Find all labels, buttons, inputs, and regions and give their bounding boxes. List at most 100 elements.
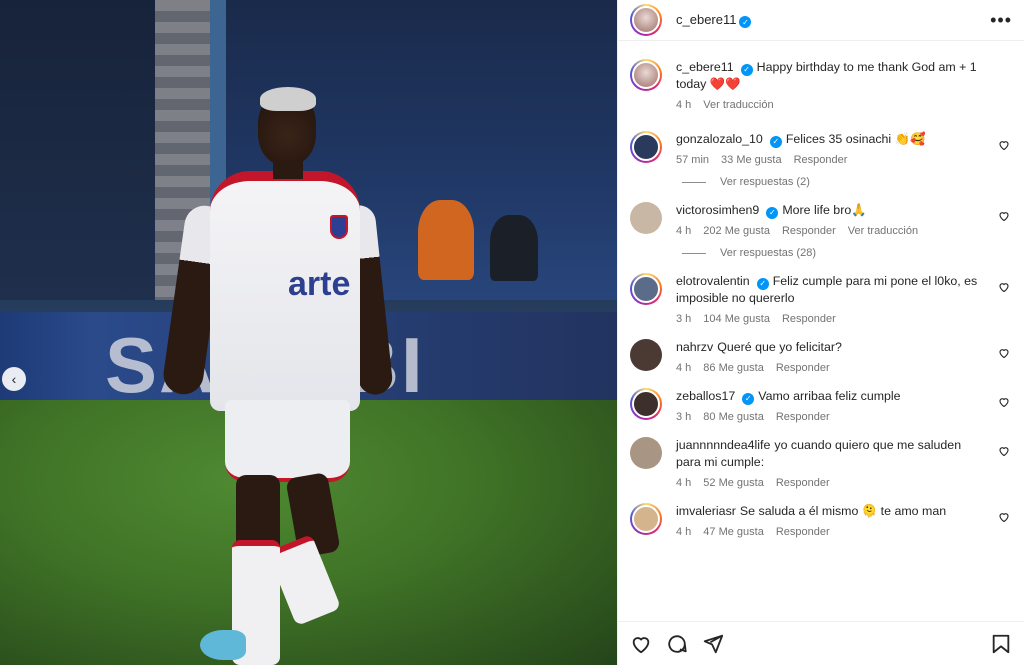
comment-likes[interactable]: 86 Me gusta bbox=[703, 362, 764, 374]
avatar[interactable] bbox=[630, 273, 662, 305]
player-shorts bbox=[225, 400, 350, 482]
reply-button[interactable]: Responder bbox=[782, 225, 836, 237]
verified-badge-icon: ✓ bbox=[742, 392, 755, 405]
comment-username[interactable]: imvaleriasr bbox=[676, 504, 736, 518]
reply-button[interactable]: Responder bbox=[776, 362, 830, 374]
comment-username[interactable]: nahrzv bbox=[676, 340, 713, 354]
background-person bbox=[490, 215, 538, 281]
avatar-image bbox=[630, 339, 662, 371]
heart-icon[interactable] bbox=[630, 633, 652, 655]
heart-icon[interactable] bbox=[998, 281, 1010, 293]
view-replies-button[interactable]: Ver respuestas (2) bbox=[682, 176, 1012, 188]
comment-likes[interactable]: 47 Me gusta bbox=[703, 526, 764, 538]
heart-icon[interactable] bbox=[998, 511, 1010, 523]
translate-link[interactable]: Ver traducción bbox=[848, 225, 918, 237]
avatar[interactable] bbox=[630, 4, 662, 36]
comment-username[interactable]: zeballos17 bbox=[676, 389, 735, 403]
comment-meta: 4 h 202 Me gusta Responder Ver traducción bbox=[676, 225, 986, 237]
comment-username[interactable]: victorosimhen9 bbox=[676, 203, 759, 217]
comment-item: juannnnndea4life yo cuando quiero que me … bbox=[630, 437, 1012, 489]
comment-item: zeballos17 ✓ Vamo arribaa feliz cumple 3 h 8… bbox=[630, 388, 1012, 423]
share-icon[interactable] bbox=[702, 633, 724, 655]
comment-time: 3 h bbox=[676, 313, 692, 325]
avatar[interactable] bbox=[630, 131, 662, 163]
comment-text: zeballos17 ✓ Vamo arribaa feliz cumple bbox=[676, 388, 986, 405]
comment-time: 3 h bbox=[676, 411, 692, 423]
comment-icon[interactable] bbox=[666, 633, 688, 655]
avatar[interactable] bbox=[630, 503, 662, 535]
heart-icon[interactable] bbox=[998, 445, 1010, 457]
reply-button[interactable]: Responder bbox=[782, 313, 836, 325]
comment-time: 4 h bbox=[676, 477, 692, 489]
comment-meta: 4 h 47 Me gusta Responder bbox=[676, 526, 986, 538]
comment-meta: 3 h 104 Me gusta Responder bbox=[676, 313, 986, 325]
comment-body: victorosimhen9 ✓ More life bro🙏 4 h 202 Me g… bbox=[676, 202, 986, 237]
comment-likes[interactable]: 202 Me gusta bbox=[703, 225, 770, 237]
translate-link[interactable]: Ver traducción bbox=[703, 99, 773, 111]
carousel-prev-button[interactable]: ‹ bbox=[2, 367, 26, 391]
avatar-image bbox=[630, 202, 662, 234]
comment-text: elotrovalentin ✓ Feliz cumple para mi pone… bbox=[676, 273, 986, 307]
more-options-icon[interactable]: ••• bbox=[990, 10, 1012, 31]
verified-badge-icon: ✓ bbox=[766, 206, 779, 219]
reply-button[interactable]: Responder bbox=[776, 526, 830, 538]
comment-time: 4 h bbox=[676, 225, 692, 237]
caption-username[interactable]: c_ebere11 bbox=[676, 60, 734, 74]
avatar-image bbox=[630, 437, 662, 469]
comments-list[interactable]: c_ebere11 ✓ Happy birthday to me thank God… bbox=[618, 41, 1024, 621]
comment-likes[interactable]: 52 Me gusta bbox=[703, 477, 764, 489]
comment-likes[interactable]: 104 Me gusta bbox=[703, 313, 770, 325]
comment-text: victorosimhen9 ✓ More life bro🙏 bbox=[676, 202, 986, 219]
reply-button[interactable]: Responder bbox=[776, 477, 830, 489]
post-photo: SAMBBI arte ‹ bbox=[0, 0, 617, 665]
view-replies-button[interactable]: Ver respuestas (28) bbox=[682, 247, 1012, 259]
avatar[interactable] bbox=[630, 339, 662, 371]
chevron-left-icon: ‹ bbox=[11, 371, 17, 387]
comment-item: nahrzv Queré que yo felicitar? 4 h 86 Me gu… bbox=[630, 339, 1012, 374]
comment-item: imvaleriasr Se saluda a él mismo 🫠 te amo… bbox=[630, 503, 1012, 538]
avatar[interactable] bbox=[630, 202, 662, 234]
heart-icon[interactable] bbox=[998, 347, 1010, 359]
comment-username[interactable]: elotrovalentin bbox=[676, 274, 750, 288]
avatar[interactable] bbox=[630, 388, 662, 420]
comment-body: zeballos17 ✓ Vamo arribaa feliz cumple 3 h 8… bbox=[676, 388, 986, 423]
comment-item: victorosimhen9 ✓ More life bro🙏 4 h 202 Me g… bbox=[630, 202, 1012, 237]
comment-likes[interactable]: 80 Me gusta bbox=[703, 411, 764, 423]
comment-meta: 4 h 52 Me gusta Responder bbox=[676, 477, 986, 489]
comment-text: juannnnndea4life yo cuando quiero que me … bbox=[676, 437, 986, 471]
post-author-name[interactable]: c_ebere11 bbox=[676, 12, 736, 27]
comment-likes[interactable]: 33 Me gusta bbox=[721, 154, 782, 166]
background-person bbox=[418, 200, 474, 280]
stands-left bbox=[0, 0, 155, 300]
avatar-image bbox=[632, 61, 660, 89]
comment-username[interactable]: juannnnndea4life bbox=[676, 438, 770, 452]
comments-container: gonzalozalo_10 ✓ Felices 35 osinachi 👏🥰 57 … bbox=[630, 131, 1012, 538]
comment-time: 4 h bbox=[676, 526, 692, 538]
action-bar bbox=[618, 621, 1024, 665]
comment-message: Se saluda a él mismo 🫠 te amo man bbox=[739, 504, 947, 518]
caption-time: 4 h bbox=[676, 99, 692, 111]
comment-text: gonzalozalo_10 ✓ Felices 35 osinachi 👏🥰 bbox=[676, 131, 986, 148]
heart-icon[interactable] bbox=[998, 139, 1010, 151]
player-boot bbox=[200, 630, 246, 660]
comment-username[interactable]: gonzalozalo_10 bbox=[676, 132, 763, 146]
post-viewer: SAMBBI arte ‹ c_ebere11✓ bbox=[0, 0, 1024, 665]
heart-icon[interactable] bbox=[998, 396, 1010, 408]
bookmark-icon[interactable] bbox=[990, 633, 1012, 655]
avatar-image bbox=[632, 275, 660, 303]
heart-icon[interactable] bbox=[998, 210, 1010, 222]
verified-badge-icon: ✓ bbox=[739, 16, 752, 29]
comment-item: gonzalozalo_10 ✓ Felices 35 osinachi 👏🥰 57 … bbox=[630, 131, 1012, 166]
post-author[interactable]: c_ebere11 ✓ bbox=[676, 12, 752, 29]
verified-badge-icon: ✓ bbox=[756, 277, 769, 290]
reply-button[interactable]: Responder bbox=[794, 154, 848, 166]
verified-badge-icon: ✓ bbox=[769, 135, 782, 148]
comment-item: elotrovalentin ✓ Feliz cumple para mi pone… bbox=[630, 273, 1012, 325]
comment-body: elotrovalentin ✓ Feliz cumple para mi pone… bbox=[676, 273, 986, 325]
avatar[interactable] bbox=[630, 59, 662, 91]
avatar[interactable] bbox=[630, 437, 662, 469]
post-caption: c_ebere11 ✓ Happy birthday to me thank God… bbox=[630, 59, 1012, 111]
comment-meta: 4 h 86 Me gusta Responder bbox=[676, 362, 986, 374]
reply-button[interactable]: Responder bbox=[776, 411, 830, 423]
player-hair bbox=[260, 87, 316, 111]
